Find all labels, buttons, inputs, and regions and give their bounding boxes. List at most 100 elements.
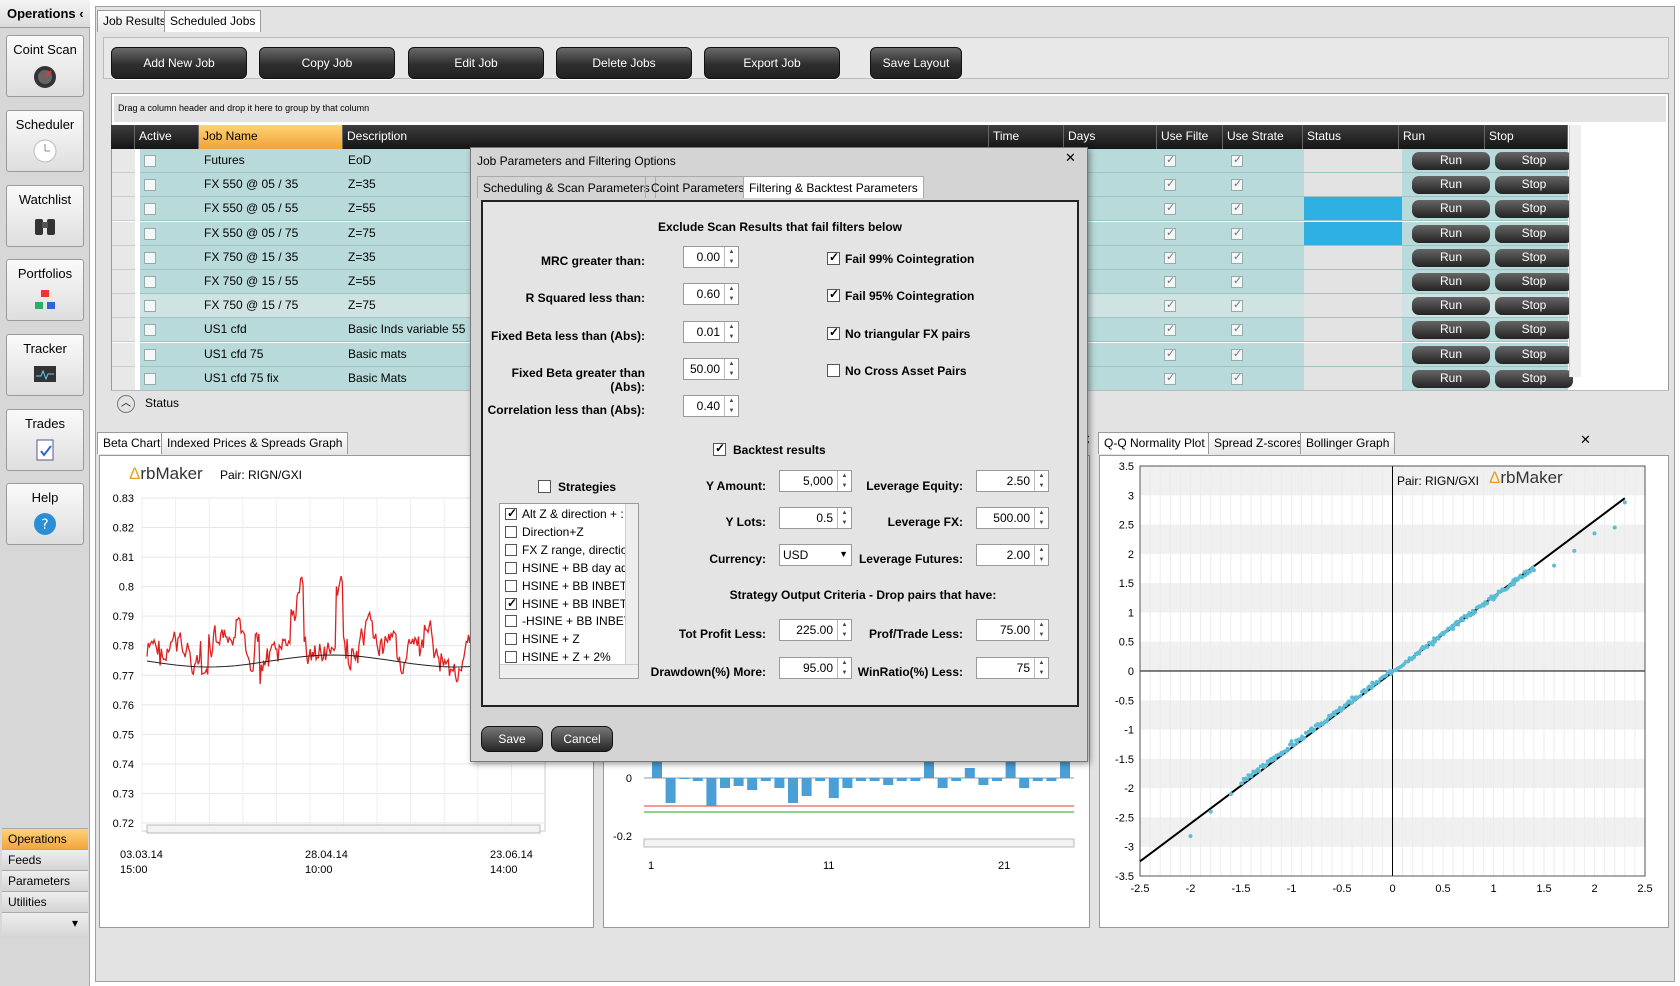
stop-button[interactable]: Stop (1495, 369, 1573, 388)
drawdown-input[interactable]: 95.00 ▲ ▼ (779, 657, 852, 679)
run-button[interactable]: Run (1412, 248, 1490, 267)
row-selector[interactable] (112, 245, 135, 270)
run-button[interactable]: Run (1412, 152, 1490, 170)
nav-utilities[interactable]: Utilities (2, 891, 88, 912)
tab-scheduling[interactable]: Scheduling & Scan Parameters (477, 176, 656, 198)
stop-button[interactable]: Stop (1495, 224, 1573, 243)
stop-button[interactable]: Stop (1495, 297, 1573, 316)
right-close-icon[interactable]: ✕ (1580, 432, 1591, 448)
tot-profit-input[interactable]: 225.00 ▲ ▼ (779, 619, 852, 641)
use-strategy-checkbox[interactable] (1231, 322, 1243, 337)
run-button[interactable]: Run (1412, 273, 1490, 291)
sidebar-title[interactable]: Operations ‹ (0, 0, 90, 28)
use-strategy-checkbox[interactable] (1231, 274, 1243, 288)
strategy-checkbox[interactable] (505, 506, 517, 520)
strategy-checkbox[interactable] (505, 579, 517, 592)
strategy-checkbox[interactable] (505, 525, 517, 538)
edit-job-button[interactable]: Edit Job (408, 47, 544, 79)
col-use-filter[interactable]: Use Filte (1157, 125, 1223, 149)
tab-indexed-prices[interactable]: Indexed Prices & Spreads Graph (161, 432, 349, 454)
active-checkbox[interactable] (144, 372, 156, 385)
row-selector[interactable] (112, 342, 135, 367)
col-status[interactable]: Status (1303, 125, 1399, 149)
save-layout-button[interactable]: Save Layout (870, 47, 962, 79)
watchlist-button[interactable]: Watchlist (6, 185, 84, 247)
use-filter-checkbox[interactable] (1164, 250, 1176, 264)
use-strategy-checkbox[interactable] (1231, 177, 1243, 192)
stop-button[interactable]: Stop (1495, 321, 1573, 340)
use-filter-checkbox[interactable] (1164, 298, 1176, 313)
use-filter-checkbox[interactable] (1164, 322, 1176, 337)
use-filter-checkbox[interactable] (1164, 177, 1176, 192)
use-strategy-checkbox[interactable] (1231, 347, 1243, 361)
filter-field-input[interactable]: 50.00 ▲ ▼ (683, 357, 739, 380)
trades-button[interactable]: Trades (6, 409, 84, 471)
filter-checkbox[interactable] (827, 363, 840, 377)
stop-button[interactable]: Stop (1495, 248, 1573, 267)
col-use-strategy[interactable]: Use Strate (1223, 125, 1303, 149)
nav-operations[interactable]: Operations (2, 828, 88, 849)
filter-checkbox[interactable] (827, 250, 840, 265)
stop-button[interactable]: Stop (1495, 200, 1573, 219)
use-strategy-checkbox[interactable] (1231, 153, 1243, 167)
row-selector[interactable] (112, 366, 135, 391)
use-filter-checkbox[interactable] (1164, 347, 1176, 361)
tab-beta-chart[interactable]: Beta Chart (97, 432, 167, 454)
col-days[interactable]: Days (1064, 125, 1157, 149)
strategy-hscrollbar[interactable] (500, 664, 638, 678)
row-selector[interactable] (112, 294, 135, 319)
use-filter-checkbox[interactable] (1164, 226, 1176, 240)
row-selector[interactable] (112, 149, 135, 173)
stop-button[interactable]: Stop (1495, 176, 1573, 195)
row-selector[interactable] (112, 221, 135, 246)
filter-checkbox[interactable] (827, 287, 840, 303)
col-description[interactable]: Description (343, 125, 989, 149)
tab-job-results[interactable]: Job Results (97, 10, 172, 32)
prof-trade-input[interactable]: 75.00 ▲ ▼ (976, 619, 1049, 641)
filter-field-input[interactable]: 0.01 ▲ ▼ (683, 320, 739, 343)
tab-spread-zscores[interactable]: Spread Z-scores (1208, 432, 1309, 454)
use-strategy-checkbox[interactable] (1231, 371, 1243, 385)
filter-field-input[interactable]: 0.00 ▲ ▼ (683, 246, 739, 268)
currency-select[interactable]: USD ▼ (779, 544, 852, 566)
cancel-button[interactable]: Cancel (551, 726, 613, 752)
active-checkbox[interactable] (144, 276, 156, 288)
copy-job-button[interactable]: Copy Job (259, 47, 395, 79)
strategies-checkbox[interactable] (538, 480, 551, 493)
portfolios-button[interactable]: Portfolios (6, 259, 84, 321)
filter-checkbox[interactable] (827, 325, 840, 340)
tab-qq-plot[interactable]: Q-Q Normality Plot (1098, 432, 1211, 454)
tab-coint[interactable]: Coint Parameters (645, 176, 751, 198)
strategy-checkbox[interactable] (505, 651, 517, 664)
backtest-checkbox[interactable] (713, 441, 726, 456)
run-button[interactable]: Run (1412, 176, 1490, 195)
tab-bollinger[interactable]: Bollinger Graph (1300, 432, 1396, 454)
lev-fx-input[interactable]: 500.00 ▲ ▼ (976, 507, 1049, 529)
row-selector[interactable] (112, 173, 135, 198)
run-button[interactable]: Run (1412, 345, 1490, 364)
stop-button[interactable]: Stop (1495, 345, 1573, 364)
strategy-checkbox[interactable] (505, 561, 517, 574)
active-checkbox[interactable] (144, 324, 156, 337)
y-lots-input[interactable]: 0.5 ▲ ▼ (779, 507, 852, 529)
run-button[interactable]: Run (1412, 200, 1490, 219)
run-button[interactable]: Run (1412, 224, 1490, 243)
use-filter-checkbox[interactable] (1164, 371, 1176, 385)
use-strategy-checkbox[interactable] (1231, 250, 1243, 264)
use-filter-checkbox[interactable] (1164, 274, 1176, 288)
y-amount-input[interactable]: 5,000 ▲ ▼ (779, 470, 852, 492)
active-checkbox[interactable] (144, 348, 156, 361)
scheduler-button[interactable]: Scheduler (6, 110, 84, 172)
delete-jobs-button[interactable]: Delete Jobs (556, 47, 692, 79)
active-checkbox[interactable] (144, 155, 156, 167)
strategy-list[interactable]: Alt Z & direction + : Direction+Z FX Z ran… (499, 503, 639, 679)
use-filter-checkbox[interactable] (1164, 153, 1176, 167)
col-stop[interactable]: Stop (1485, 125, 1568, 149)
strategy-checkbox[interactable] (505, 615, 517, 628)
export-job-button[interactable]: Export Job (704, 47, 840, 79)
strategy-checkbox[interactable] (505, 543, 517, 556)
strategy-checkbox[interactable] (505, 596, 517, 610)
row-selector[interactable] (112, 197, 135, 222)
stop-button[interactable]: Stop (1495, 273, 1573, 291)
active-checkbox[interactable] (144, 251, 156, 264)
